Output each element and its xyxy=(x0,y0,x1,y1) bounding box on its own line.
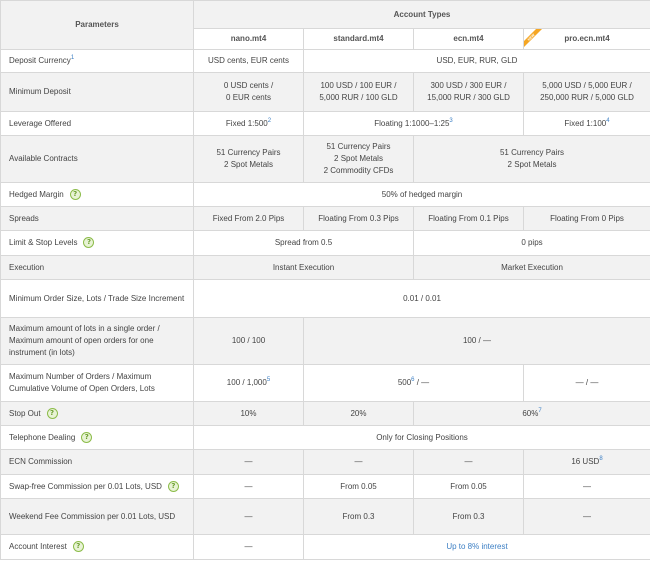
label-stop-out: Stop Out? xyxy=(0,401,194,426)
ecn-commission-nano: — xyxy=(193,449,304,475)
account-pro-ecn-header: NEW pro.ecn.mt4 xyxy=(523,28,650,50)
leverage-standard-ecn: Floating 1:1000–1:253 xyxy=(303,111,524,136)
swap-free-ecn: From 0.05 xyxy=(413,474,524,499)
minimum-deposit-nano: 0 USD cents /0 EUR cents xyxy=(193,72,304,112)
row-telephone: Telephone Dealing? Only for Closing Posi… xyxy=(0,425,650,450)
row-hedged-margin: Hedged Margin? 50% of hedged margin xyxy=(0,182,650,207)
row-max-lots: Maximum amount of lots in a single order… xyxy=(0,317,650,365)
leverage-nano: Fixed 1:5002 xyxy=(193,111,304,136)
spreads-nano: Fixed From 2.0 Pips xyxy=(193,206,304,231)
minimum-deposit-pro: 5,000 USD / 5,000 EUR /250,000 RUR / 5,0… xyxy=(523,72,650,112)
label-min-order: Minimum Order Size, Lots / Trade Size In… xyxy=(0,279,194,318)
weekend-fee-nano: — xyxy=(193,498,304,535)
row-execution: Execution Instant Execution Market Execu… xyxy=(0,255,650,280)
max-lots-rest: 100 / — xyxy=(303,317,650,365)
ecn-commission-ecn: — xyxy=(413,449,524,475)
account-types-header: Account Types xyxy=(193,0,650,29)
hedged-margin-value: 50% of hedged margin xyxy=(193,182,650,207)
row-max-orders: Maximum Number of Orders / Maximum Cumul… xyxy=(0,364,650,402)
help-icon[interactable]: ? xyxy=(83,237,95,249)
max-orders-standard-ecn: 5006 / — xyxy=(303,364,524,402)
account-nano-header: nano.mt4 xyxy=(193,28,304,50)
row-leverage: Leverage Offered Fixed 1:5002 Floating 1… xyxy=(0,111,650,136)
row-account-interest: Account Interest? — Up to 8% interest xyxy=(0,534,650,560)
help-icon[interactable]: ? xyxy=(81,431,93,443)
label-available-contracts: Available Contracts xyxy=(0,135,194,183)
label-max-lots: Maximum amount of lots in a single order… xyxy=(0,317,194,365)
row-stop-out: Stop Out? 10% 20% 60%7 xyxy=(0,401,650,426)
contracts-standard: 51 Currency Pairs 2 Spot Metals 2 Commodit… xyxy=(303,135,414,183)
parameters-header: Parameters xyxy=(0,0,194,50)
label-limit-stop: Limit & Stop Levels? xyxy=(0,230,194,256)
limit-stop-nano-standard: Spread from 0.5 xyxy=(193,230,414,256)
label-minimum-deposit: Minimum Deposit xyxy=(0,72,194,112)
row-spreads: Spreads Fixed From 2.0 Pips Floating Fro… xyxy=(0,206,650,231)
row-limit-stop: Limit & Stop Levels? Spread from 0.5 0 p… xyxy=(0,230,650,256)
label-account-interest: Account Interest? xyxy=(0,534,194,560)
spreads-ecn: Floating From 0.1 Pips xyxy=(413,206,524,231)
contracts-ecn-pro: 51 Currency Pairs 2 Spot Metals xyxy=(413,135,650,183)
help-icon[interactable]: ? xyxy=(167,480,179,492)
label-weekend-fee: Weekend Fee Commission per 0.01 Lots, US… xyxy=(0,498,194,535)
row-minimum-deposit: Minimum Deposit 0 USD cents /0 EUR cents… xyxy=(0,72,650,112)
ecn-commission-standard: — xyxy=(303,449,414,475)
account-interest-link[interactable]: Up to 8% interest xyxy=(446,542,507,551)
telephone-value: Only for Closing Positions xyxy=(193,425,650,450)
spreads-standard: Floating From 0.3 Pips xyxy=(303,206,414,231)
max-lots-nano: 100 / 100 xyxy=(193,317,304,365)
label-leverage: Leverage Offered xyxy=(0,111,194,136)
label-hedged-margin: Hedged Margin? xyxy=(0,182,194,207)
new-badge-icon: NEW xyxy=(524,29,542,47)
ecn-commission-pro: 16 USD8 xyxy=(523,449,650,475)
min-order-value: 0.01 / 0.01 xyxy=(193,279,650,318)
execution-ecn-pro: Market Execution xyxy=(413,255,650,280)
leverage-pro: Fixed 1:1004 xyxy=(523,111,650,136)
row-weekend-fee: Weekend Fee Commission per 0.01 Lots, US… xyxy=(0,498,650,535)
weekend-fee-standard: From 0.3 xyxy=(303,498,414,535)
swap-free-pro: — xyxy=(523,474,650,499)
label-telephone: Telephone Dealing? xyxy=(0,425,194,450)
account-interest-nano: — xyxy=(193,534,304,560)
row-min-order: Minimum Order Size, Lots / Trade Size In… xyxy=(0,279,650,318)
row-ecn-commission: ECN Commission — — — 16 USD8 xyxy=(0,449,650,475)
stop-out-nano: 10% xyxy=(193,401,304,426)
label-swap-free: Swap-free Commission per 0.01 Lots, USD? xyxy=(0,474,194,499)
account-standard-header: standard.mt4 xyxy=(303,28,414,50)
label-max-orders: Maximum Number of Orders / Maximum Cumul… xyxy=(0,364,194,402)
label-ecn-commission: ECN Commission xyxy=(0,449,194,475)
account-ecn-header: ecn.mt4 xyxy=(413,28,524,50)
help-icon[interactable]: ? xyxy=(72,541,84,553)
max-orders-nano: 100 / 1,0005 xyxy=(193,364,304,402)
max-orders-pro: — / — xyxy=(523,364,650,402)
row-swap-free: Swap-free Commission per 0.01 Lots, USD?… xyxy=(0,474,650,499)
deposit-currency-nano: USD cents, EUR cents xyxy=(193,49,304,73)
spreads-pro: Floating From 0 Pips xyxy=(523,206,650,231)
swap-free-nano: — xyxy=(193,474,304,499)
label-deposit-currency: Deposit Currency1 xyxy=(0,49,194,73)
weekend-fee-ecn: From 0.3 xyxy=(413,498,524,535)
account-interest-rest: Up to 8% interest xyxy=(303,534,650,560)
help-icon[interactable]: ? xyxy=(46,407,58,419)
stop-out-standard: 20% xyxy=(303,401,414,426)
stop-out-ecn-pro: 60%7 xyxy=(413,401,650,426)
deposit-currency-others: USD, EUR, RUR, GLD xyxy=(303,49,650,73)
row-available-contracts: Available Contracts 51 Currency Pairs 2 S… xyxy=(0,135,650,183)
help-icon[interactable]: ? xyxy=(69,188,81,200)
minimum-deposit-ecn: 300 USD / 300 EUR /15,000 RUR / 300 GLD xyxy=(413,72,524,112)
label-execution: Execution xyxy=(0,255,194,280)
execution-nano-standard: Instant Execution xyxy=(193,255,414,280)
limit-stop-ecn-pro: 0 pips xyxy=(413,230,650,256)
swap-free-standard: From 0.05 xyxy=(303,474,414,499)
account-types-table: Parameters Account Types nano.mt4 standa… xyxy=(0,0,650,560)
label-spreads: Spreads xyxy=(0,206,194,231)
contracts-nano: 51 Currency Pairs 2 Spot Metals xyxy=(193,135,304,183)
row-deposit-currency: Deposit Currency1 USD cents, EUR cents U… xyxy=(0,49,650,73)
weekend-fee-pro: — xyxy=(523,498,650,535)
minimum-deposit-standard: 100 USD / 100 EUR /5,000 RUR / 100 GLD xyxy=(303,72,414,112)
